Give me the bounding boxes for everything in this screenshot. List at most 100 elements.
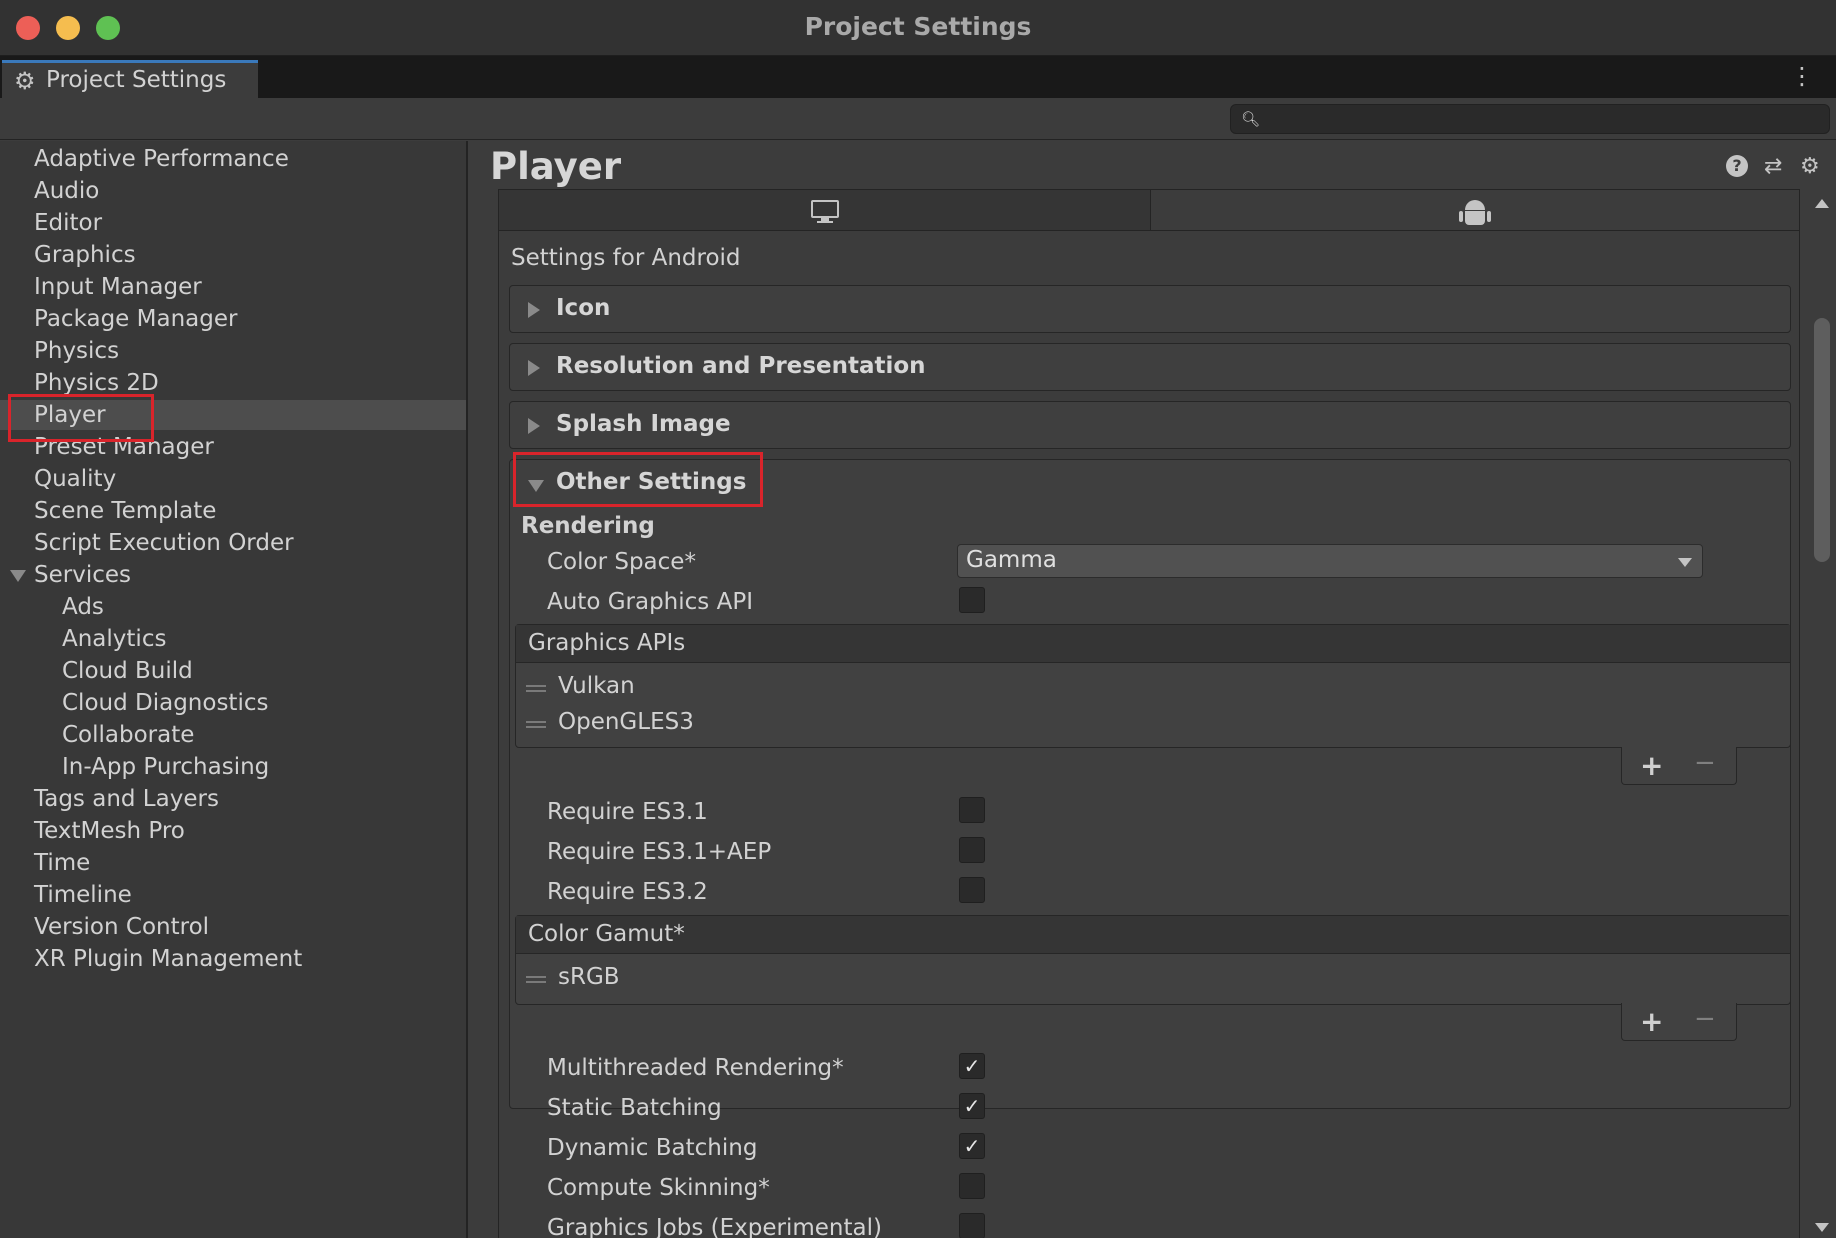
add-color-gamut-button[interactable]: + — [1640, 1005, 1663, 1038]
scroll-up-arrow-icon[interactable] — [1815, 199, 1829, 208]
toolbar: 🔍︎ — [0, 98, 1836, 140]
remove-color-gamut-button[interactable]: − — [1694, 1004, 1716, 1034]
tab-project-settings[interactable]: ⚙ Project Settings — [2, 60, 258, 98]
color-gamut-footer: + − — [1621, 1003, 1737, 1041]
search-input[interactable]: 🔍︎ — [1230, 104, 1830, 134]
list-item[interactable]: Vulkan — [516, 671, 1790, 705]
tab-pc-platform[interactable] — [499, 190, 1151, 230]
color-gamut-list: Color Gamut* sRGB — [515, 915, 1791, 1005]
sidebar-item-script-execution-order[interactable]: Script Execution Order — [0, 528, 466, 558]
list-item[interactable]: sRGB — [516, 962, 1790, 996]
sidebar-item-quality[interactable]: Quality — [0, 464, 466, 494]
sidebar-item-timeline[interactable]: Timeline — [0, 880, 466, 910]
vertical-scrollbar[interactable] — [1810, 193, 1834, 1238]
platform-tabs — [498, 189, 1800, 231]
collapsed-arrow-icon — [528, 360, 540, 376]
sidebar-item-xr-plugin-management[interactable]: XR Plugin Management — [0, 944, 466, 974]
sidebar: Adaptive Performance Audio Editor Graphi… — [0, 141, 468, 1238]
help-icon[interactable]: ? — [1726, 155, 1748, 177]
compute-skinning-label: Compute Skinning* — [547, 1175, 770, 1201]
android-icon — [1465, 200, 1485, 210]
drag-handle-icon[interactable] — [526, 685, 546, 692]
sidebar-item-ads[interactable]: Ads — [0, 592, 466, 622]
color-space-value: Gamma — [966, 547, 1057, 573]
multithreaded-rendering-checkbox[interactable]: ✓ — [959, 1053, 985, 1079]
settings-for-label: Settings for Android — [511, 245, 741, 271]
settings-content: Settings for Android Icon Resolution and… — [498, 231, 1800, 1238]
gear-icon: ⚙ — [14, 67, 36, 95]
collapsed-arrow-icon — [528, 302, 540, 318]
sidebar-item-audio[interactable]: Audio — [0, 176, 466, 206]
drag-handle-icon[interactable] — [526, 721, 546, 728]
scrollbar-thumb[interactable] — [1814, 318, 1830, 562]
sidebar-item-textmesh-pro[interactable]: TextMesh Pro — [0, 816, 466, 846]
sidebar-item-analytics[interactable]: Analytics — [0, 624, 466, 654]
dynamic-batching-checkbox[interactable]: ✓ — [959, 1133, 985, 1159]
highlight-box-player — [8, 394, 154, 442]
require-es31-checkbox[interactable] — [959, 797, 985, 823]
tab-row: ⚙ Project Settings ⋮ — [0, 56, 1836, 98]
android-icon-arm — [1487, 211, 1491, 222]
more-options-icon[interactable]: ⋮ — [1790, 64, 1814, 88]
tab-android-platform[interactable] — [1151, 190, 1799, 230]
foldout-icon[interactable]: Icon — [509, 285, 1791, 333]
require-es32-checkbox[interactable] — [959, 877, 985, 903]
sidebar-item-adaptive-performance[interactable]: Adaptive Performance — [0, 144, 466, 174]
chevron-down-icon — [1678, 558, 1692, 567]
sidebar-item-version-control[interactable]: Version Control — [0, 912, 466, 942]
require-es31-label: Require ES3.1 — [547, 799, 708, 825]
graphics-apis-list: Graphics APIs Vulkan OpenGLES3 — [515, 624, 1791, 748]
static-batching-checkbox[interactable]: ✓ — [959, 1093, 985, 1119]
scroll-down-arrow-icon[interactable] — [1815, 1223, 1829, 1232]
list-item[interactable]: OpenGLES3 — [516, 707, 1790, 741]
color-space-dropdown[interactable]: Gamma — [957, 544, 1703, 578]
multithreaded-rendering-label: Multithreaded Rendering* — [547, 1055, 844, 1081]
remove-graphics-api-button[interactable]: − — [1694, 748, 1716, 778]
sidebar-item-cloud-build[interactable]: Cloud Build — [0, 656, 466, 686]
presets-icon[interactable]: ⇄ — [1764, 155, 1782, 179]
auto-graphics-api-checkbox[interactable] — [959, 587, 985, 613]
add-graphics-api-button[interactable]: + — [1640, 749, 1663, 782]
main-panel: Player ? ⇄ ⚙ Settings for Android Icon R… — [470, 141, 1836, 1238]
sidebar-item-input-manager[interactable]: Input Manager — [0, 272, 466, 302]
expand-arrow-icon[interactable] — [10, 570, 26, 582]
sidebar-item-editor[interactable]: Editor — [0, 208, 466, 238]
static-batching-label: Static Batching — [547, 1095, 722, 1121]
rendering-heading: Rendering — [521, 513, 655, 539]
foldout-resolution-and-presentation[interactable]: Resolution and Presentation — [509, 343, 1791, 391]
auto-graphics-api-label: Auto Graphics API — [547, 589, 753, 615]
require-es31-aep-checkbox[interactable] — [959, 837, 985, 863]
page-title: Player — [490, 145, 622, 188]
monitor-base — [817, 221, 833, 223]
title-bar: Project Settings — [0, 0, 1836, 56]
monitor-icon — [811, 200, 839, 218]
sidebar-item-services[interactable]: Services — [0, 560, 466, 590]
android-icon-arm — [1459, 211, 1463, 222]
sidebar-item-in-app-purchasing[interactable]: In-App Purchasing — [0, 752, 466, 782]
color-space-label: Color Space* — [547, 549, 696, 575]
sidebar-item-tags-and-layers[interactable]: Tags and Layers — [0, 784, 466, 814]
sidebar-item-package-manager[interactable]: Package Manager — [0, 304, 466, 334]
sidebar-item-cloud-diagnostics[interactable]: Cloud Diagnostics — [0, 688, 466, 718]
drag-handle-icon[interactable] — [526, 976, 546, 983]
sidebar-item-collaborate[interactable]: Collaborate — [0, 720, 466, 750]
graphics-apis-footer: + − — [1621, 747, 1737, 785]
sidebar-item-graphics[interactable]: Graphics — [0, 240, 466, 270]
dynamic-batching-label: Dynamic Batching — [547, 1135, 758, 1161]
sidebar-item-scene-template[interactable]: Scene Template — [0, 496, 466, 526]
tab-label: Project Settings — [46, 67, 227, 93]
require-es31-aep-label: Require ES3.1+AEP — [547, 839, 772, 865]
graphics-jobs-checkbox[interactable] — [959, 1213, 985, 1238]
foldout-splash-image[interactable]: Splash Image — [509, 401, 1791, 449]
highlight-box-other-settings — [513, 452, 763, 507]
color-gamut-header: Color Gamut* — [516, 916, 1790, 954]
sidebar-item-time[interactable]: Time — [0, 848, 466, 878]
android-icon-body — [1465, 211, 1485, 225]
graphics-jobs-label: Graphics Jobs (Experimental) — [547, 1215, 882, 1238]
sidebar-item-physics[interactable]: Physics — [0, 336, 466, 366]
compute-skinning-checkbox[interactable] — [959, 1173, 985, 1199]
window-title: Project Settings — [804, 12, 1032, 41]
gear-icon[interactable]: ⚙ — [1800, 155, 1820, 179]
graphics-apis-header: Graphics APIs — [516, 625, 1790, 663]
search-icon: 🔍︎ — [1241, 110, 1261, 128]
